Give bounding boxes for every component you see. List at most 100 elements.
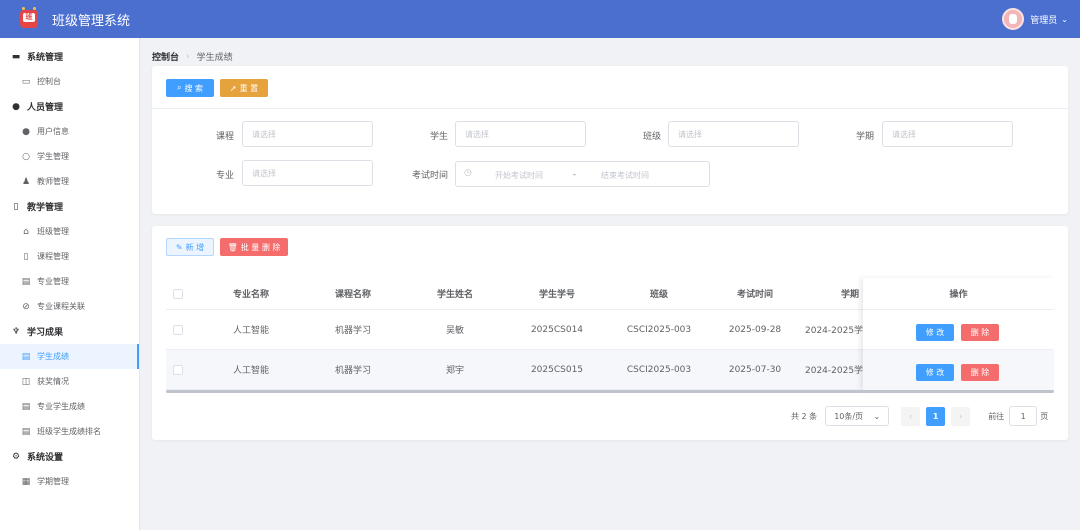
- col-actions: 操作: [863, 278, 1054, 310]
- cell-class: CSCI2025-003: [626, 364, 692, 375]
- medal-icon: ◫: [21, 376, 31, 387]
- sidebar-item-awards[interactable]: ◫ 获奖情况: [0, 369, 139, 394]
- next-page-button[interactable]: ›: [951, 406, 971, 426]
- edit-button[interactable]: 修 改: [916, 364, 954, 381]
- goto-page-input[interactable]: 1: [1009, 406, 1038, 426]
- prev-page-button[interactable]: ‹: [901, 406, 921, 426]
- sidebar-item-user-info[interactable]: ● 用户信息: [0, 119, 139, 144]
- breadcrumb: 控制台 › 学生成绩: [152, 50, 233, 64]
- student-label: 学生: [429, 132, 448, 142]
- course-label: 课程: [215, 132, 234, 142]
- chevron-right-icon: ›: [186, 51, 190, 62]
- start-time-input[interactable]: 开始考试时间: [495, 170, 543, 181]
- sidebar-item-major-manage[interactable]: ▤ 专业管理: [0, 269, 139, 294]
- breadcrumb-home[interactable]: 控制台: [152, 50, 179, 63]
- operations-column: 操作 修 改 删 除 修 改 删 除: [863, 278, 1054, 390]
- teacher-icon: ♟: [21, 176, 31, 187]
- page-suffix: 页: [1040, 411, 1049, 421]
- col-class: 班级: [649, 290, 668, 300]
- sidebar-item-class-ranking[interactable]: ▤ 班级学生成绩排名: [0, 419, 139, 444]
- page-number[interactable]: 1: [926, 406, 946, 426]
- sidebar-item-student-manage[interactable]: ○ 学生管理: [0, 144, 139, 169]
- student-select[interactable]: 请选择: [455, 121, 586, 147]
- table-panel: ✎ 新 增 🗑 批 量 删 除 专业名称 课程名称 学生姓名 学生学号 班级 考试时…: [152, 226, 1068, 440]
- class-select[interactable]: 请选择: [668, 121, 799, 147]
- cell-exam-time: 2025-09-28: [728, 324, 782, 335]
- calendar-icon: ▦: [21, 476, 31, 487]
- course-select[interactable]: 请选择: [242, 121, 373, 147]
- link-icon: ⊘: [22, 301, 30, 312]
- user-icon: ●: [12, 101, 20, 112]
- edit-icon: ✎: [175, 242, 183, 252]
- trash-icon: 🗑: [227, 242, 238, 252]
- app-logo-icon: 班: [18, 7, 40, 31]
- row-checkbox[interactable]: [166, 310, 190, 349]
- chevron-down-icon: ⌄: [873, 411, 881, 421]
- notebook-icon: ▯: [23, 251, 29, 262]
- book-icon: ▯: [13, 201, 19, 212]
- clock-icon: ◷: [464, 168, 472, 178]
- sidebar-item-term-manage[interactable]: ▦ 学期管理: [0, 469, 139, 494]
- sidebar-group-results[interactable]: ♆ 学习成果: [0, 319, 139, 344]
- cell-exam-time: 2025-07-30: [728, 364, 782, 375]
- search-button[interactable]: ⌕ 搜 索: [166, 79, 214, 97]
- pagination: 共 2 条 10条/页 ⌄ ‹ 1 › 前往 1 页: [791, 406, 1048, 426]
- row-checkbox[interactable]: [166, 350, 190, 389]
- sidebar-item-student-scores[interactable]: ▤ 学生成绩: [0, 344, 139, 369]
- chevron-left-icon: ‹: [909, 411, 913, 421]
- end-time-input[interactable]: 结束考试时间: [601, 170, 649, 181]
- sidebar-item-course-manage[interactable]: ▯ 课程管理: [0, 244, 139, 269]
- reset-button[interactable]: ➚ 重 置: [220, 79, 268, 97]
- delete-button[interactable]: 删 除: [961, 364, 999, 381]
- major-label: 专业: [215, 171, 234, 181]
- sidebar-group-system[interactable]: ▬ 系统管理: [0, 44, 139, 69]
- dashboard-icon: ▭: [21, 76, 31, 87]
- page-size-select[interactable]: 10条/页 ⌄: [825, 406, 890, 426]
- col-course: 课程名称: [334, 290, 371, 300]
- cell-major: 人工智能: [232, 366, 269, 376]
- sidebar-item-major-course-link[interactable]: ⊘ 专业课程关联: [0, 294, 139, 319]
- edit-button[interactable]: 修 改: [916, 324, 954, 341]
- divider: [152, 108, 1068, 109]
- document-icon: ▤: [21, 426, 31, 437]
- sidebar-group-people[interactable]: ● 人员管理: [0, 94, 139, 119]
- pagination-total: 共 2 条: [791, 411, 818, 421]
- sidebar-item-class-manage[interactable]: ⌂ 班级管理: [0, 219, 139, 244]
- setting-icon: ⚙: [11, 451, 21, 462]
- major-select[interactable]: 请选择: [242, 160, 373, 186]
- notebook-alt-icon: ▤: [21, 276, 31, 287]
- col-student: 学生姓名: [436, 290, 473, 300]
- chevron-down-icon[interactable]: ⌄: [1061, 15, 1068, 24]
- send-icon: ➚: [229, 83, 237, 93]
- sidebar-group-settings[interactable]: ⚙ 系统设置: [0, 444, 139, 469]
- cell-class: CSCI2025-003: [626, 324, 692, 335]
- exam-time-range[interactable]: ◷ 开始考试时间 - 结束考试时间: [455, 161, 710, 187]
- user-outline-icon: ○: [22, 151, 30, 162]
- delete-button[interactable]: 删 除: [961, 324, 999, 341]
- select-all-checkbox[interactable]: [166, 278, 190, 309]
- term-select[interactable]: 请选择: [882, 121, 1013, 147]
- app-title: 班级管理系统: [52, 13, 131, 29]
- chevron-right-icon: ›: [959, 411, 963, 421]
- cell-student-no: 2025CS015: [530, 364, 584, 375]
- sidebar-item-dashboard[interactable]: ▭ 控制台: [0, 69, 139, 94]
- sidebar-item-major-scores[interactable]: ▤ 专业学生成绩: [0, 394, 139, 419]
- user-name[interactable]: 管理员: [1030, 13, 1057, 26]
- document-icon: ▤: [21, 401, 31, 412]
- col-student-no: 学生学号: [538, 290, 575, 300]
- batch-delete-button[interactable]: 🗑 批 量 删 除: [220, 238, 288, 256]
- cell-student-no: 2025CS014: [530, 324, 584, 335]
- avatar[interactable]: [1002, 8, 1025, 30]
- sidebar-item-teacher-manage[interactable]: ♟ 教师管理: [0, 169, 139, 194]
- sidebar-group-teaching[interactable]: ▯ 教学管理: [0, 194, 139, 219]
- add-button[interactable]: ✎ 新 增: [166, 238, 214, 256]
- top-header: 班 班级管理系统 管理员 ⌄: [0, 0, 1080, 38]
- user-menu[interactable]: 管理员 ⌄: [1002, 8, 1068, 30]
- search-icon: ⌕: [176, 83, 182, 92]
- search-panel: ⌕ 搜 索 ➚ 重 置 课程 请选择 学生 请选择 班级 请选择 学期 请选择 专业…: [152, 66, 1068, 214]
- class-label: 班级: [642, 132, 661, 142]
- term-label: 学期: [855, 132, 874, 142]
- exam-time-label: 考试时间: [411, 171, 448, 181]
- col-major: 专业名称: [232, 290, 269, 300]
- horizontal-scrollbar[interactable]: [166, 390, 1054, 393]
